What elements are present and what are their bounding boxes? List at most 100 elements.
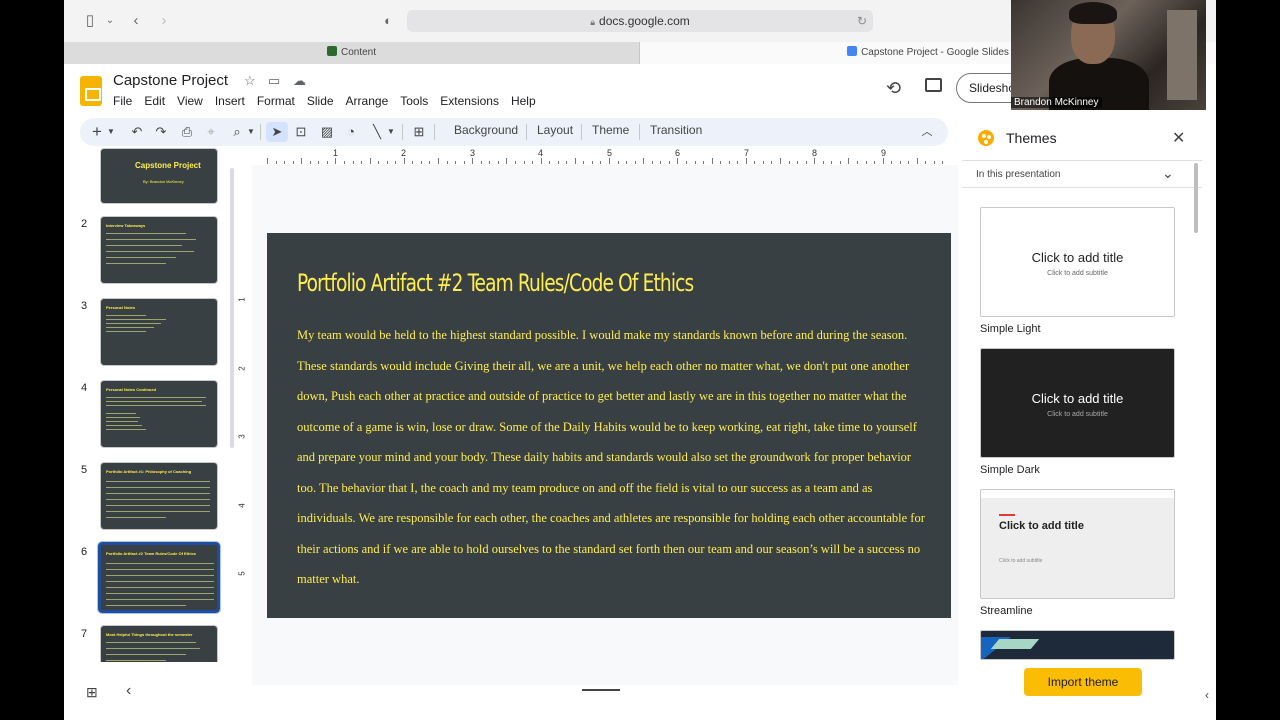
slide-thumbnail-6-selected[interactable]: Portfolio Artifact #2 Team Rules/Code Of… <box>97 541 221 614</box>
close-icon[interactable]: ✕ <box>1172 128 1185 148</box>
slide-thumbnail-2[interactable]: Interview Takeaways <box>100 216 218 284</box>
thumbnail-text-line <box>106 257 176 258</box>
theme-streamline[interactable]: Click to add title Click to add subtitle <box>980 489 1175 599</box>
thumbnail-text-line <box>106 251 194 252</box>
url-bar[interactable]: 🔒︎ docs.google.com ↻ <box>407 10 873 32</box>
side-panel-expand-icon[interactable]: ‹ <box>1205 688 1209 702</box>
print-icon[interactable]: ⎙ <box>178 122 196 142</box>
menu-tools[interactable]: Tools <box>400 94 428 110</box>
horizontal-ruler: 1 2 3 4 5 6 7 8 9 <box>267 148 950 164</box>
chevron-down-icon[interactable]: ⌄ <box>100 11 120 31</box>
thumbnail-text-line <box>106 405 206 406</box>
collapse-toolbar-icon[interactable]: ︿ <box>918 122 936 142</box>
ruler-number: 3 <box>470 148 476 158</box>
version-history-icon[interactable]: ⟲ <box>886 78 901 99</box>
sidebar-toggle-icon[interactable]: ▯ <box>80 11 100 31</box>
ruler-tick <box>583 161 585 164</box>
image-icon[interactable]: ▨ <box>318 122 336 142</box>
thumbnail-title: Interview Takeaways <box>106 223 146 228</box>
thumbnail-text-line <box>106 401 202 402</box>
speaker-notes-handle[interactable] <box>582 689 620 691</box>
slide-body-text[interactable]: My team would be held to the highest sta… <box>297 320 929 595</box>
cloud-icon[interactable]: ☁ <box>293 73 306 89</box>
slide-thumbnail-7[interactable]: Most Helpful Things throughout the semes… <box>100 625 218 662</box>
menu-view[interactable]: View <box>177 94 203 110</box>
editing-toolbar: + ▼ ↶ ↷ ⎙ ⌖ ⌕ ▼ ➤ ⊡ ▨ ◔ ╲ ▼ ⊞ Background… <box>80 118 948 146</box>
theme-preview-band <box>981 490 1174 498</box>
webcam-overlay: Brandon McKinney <box>1011 0 1206 110</box>
new-slide-dropdown-icon[interactable]: ▼ <box>106 122 116 142</box>
ruler-tick <box>865 161 867 164</box>
lock-icon: 🔒︎ <box>590 17 596 27</box>
ruler-tick <box>403 158 405 164</box>
toolbar-divider <box>434 124 435 140</box>
menu-file[interactable]: File <box>113 94 132 110</box>
comments-icon[interactable] <box>925 78 942 92</box>
themes-scrollbar[interactable] <box>1194 163 1198 233</box>
ruler-tick <box>626 161 628 164</box>
menu-slide[interactable]: Slide <box>307 94 334 110</box>
star-icon[interactable]: ☆ <box>244 73 256 89</box>
text-box-icon[interactable]: ⊡ <box>292 122 310 142</box>
ruler-tick <box>574 158 576 164</box>
slide-thumbnail-4[interactable]: Personal Notes Continued <box>100 380 218 448</box>
tab-content[interactable]: Content <box>64 42 640 64</box>
zoom-dropdown-icon[interactable]: ▼ <box>246 122 256 142</box>
theme-simple-light[interactable]: Click to add title Click to add subtitle <box>980 207 1175 317</box>
menu-format[interactable]: Format <box>257 94 295 110</box>
menu-insert[interactable]: Insert <box>215 94 245 110</box>
theme-focus-partial[interactable] <box>980 630 1175 660</box>
background-button[interactable]: Background <box>454 123 518 137</box>
ruler-tick <box>703 161 705 164</box>
import-theme-button[interactable]: Import theme <box>1024 668 1142 696</box>
themes-filter-dropdown[interactable]: In this presentation ⌄ <box>962 160 1202 188</box>
thumbnail-text-line <box>106 245 182 246</box>
paint-format-icon[interactable]: ⌖ <box>202 122 220 142</box>
collapse-filmstrip-icon[interactable]: ‹ <box>126 682 131 700</box>
menu-help[interactable]: Help <box>511 94 536 110</box>
ruler-number: 9 <box>881 148 887 158</box>
ruler-tick <box>805 161 807 164</box>
slide-title[interactable]: Portfolio Artifact #2 Team Rules/Code Of… <box>297 269 694 297</box>
slide-number: 2 <box>81 218 88 230</box>
ruler-tick <box>754 161 756 164</box>
forward-icon[interactable]: › <box>154 11 174 31</box>
menu-extensions[interactable]: Extensions <box>440 94 499 110</box>
add-comment-icon[interactable]: ⊞ <box>410 122 428 142</box>
shape-icon[interactable]: ◔ <box>342 122 360 142</box>
grid-view-icon[interactable]: ⊞ <box>86 684 98 701</box>
zoom-icon[interactable]: ⌕ <box>228 122 246 142</box>
menu-arrange[interactable]: Arrange <box>346 94 389 110</box>
folder-icon[interactable]: ▭ <box>268 73 280 89</box>
ruler-tick <box>412 161 414 164</box>
theme-button[interactable]: Theme <box>592 123 629 137</box>
select-cursor-icon[interactable]: ➤ <box>266 122 288 142</box>
slide-thumbnail-1[interactable]: Capstone Project By: Brandon McKinney <box>100 148 218 204</box>
current-slide[interactable]: Portfolio Artifact #2 Team Rules/Code Of… <box>267 233 951 618</box>
new-slide-plus-icon[interactable]: + <box>88 122 106 142</box>
transition-button[interactable]: Transition <box>650 123 702 137</box>
thumbnail-text-line <box>106 575 214 576</box>
shield-icon[interactable]: ◐ <box>378 11 398 31</box>
reload-icon[interactable]: ↻ <box>857 10 867 32</box>
thumbnail-text-line <box>106 511 210 512</box>
ruler-tick <box>352 161 354 164</box>
layout-button[interactable]: Layout <box>537 123 573 137</box>
slide-thumbnail-5[interactable]: Portfolio Artifact #1: Philosophy of Coa… <box>100 462 218 530</box>
theme-simple-dark[interactable]: Click to add title Click to add subtitle <box>980 348 1175 458</box>
redo-icon[interactable]: ↷ <box>152 122 170 142</box>
thumbnail-text-line <box>106 499 210 500</box>
back-icon[interactable]: ‹ <box>126 11 146 31</box>
menu-edit[interactable]: Edit <box>144 94 165 110</box>
document-title[interactable]: Capstone Project <box>113 72 228 89</box>
theme-preview-title: Click to add title <box>999 520 1084 532</box>
slide-thumbnail-3[interactable]: Personal Notes <box>100 298 218 366</box>
line-icon[interactable]: ╲ <box>368 122 386 142</box>
themes-title: Themes <box>1006 130 1057 146</box>
google-slides-logo-icon[interactable] <box>80 76 102 106</box>
ruler-tick <box>514 161 516 164</box>
line-dropdown-icon[interactable]: ▼ <box>386 122 396 142</box>
ruler-tick <box>463 161 465 164</box>
filmstrip-scrollbar[interactable] <box>230 168 234 448</box>
undo-icon[interactable]: ↶ <box>128 122 146 142</box>
